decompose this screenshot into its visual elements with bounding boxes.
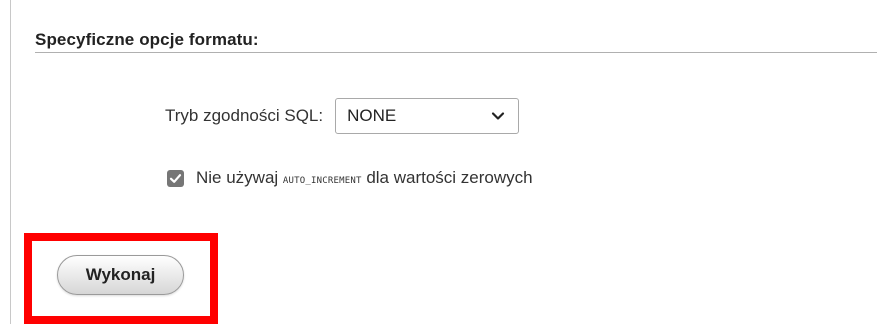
sql-compatibility-row: Tryb zgodności SQL: NONE xyxy=(165,96,520,136)
checkmark-icon xyxy=(169,173,182,183)
auto-increment-checkbox-label[interactable]: Nie używaj AUTO_INCREMENT dla wartości z… xyxy=(196,168,533,188)
sql-compatibility-selected-value: NONE xyxy=(347,106,397,125)
auto-increment-keyword: AUTO_INCREMENT xyxy=(282,176,362,186)
auto-increment-option-row: Nie używaj AUTO_INCREMENT dla wartości z… xyxy=(167,165,533,191)
left-border xyxy=(10,0,11,324)
auto-increment-label-after: dla wartości zerowych xyxy=(361,168,533,187)
section-divider xyxy=(35,52,877,53)
auto-increment-checkbox[interactable] xyxy=(167,169,184,187)
chevron-down-icon xyxy=(492,112,505,120)
export-format-page: Specyficzne opcje formatu: Tryb zgodnośc… xyxy=(0,0,877,324)
section-title: Specyficzne opcje formatu: xyxy=(35,30,259,49)
auto-increment-label-before: Nie używaj xyxy=(196,168,283,187)
run-button[interactable]: Wykonaj xyxy=(57,255,184,295)
sql-compatibility-label: Tryb zgodności SQL: xyxy=(165,106,324,125)
sql-compatibility-select[interactable]: NONE xyxy=(335,98,520,134)
